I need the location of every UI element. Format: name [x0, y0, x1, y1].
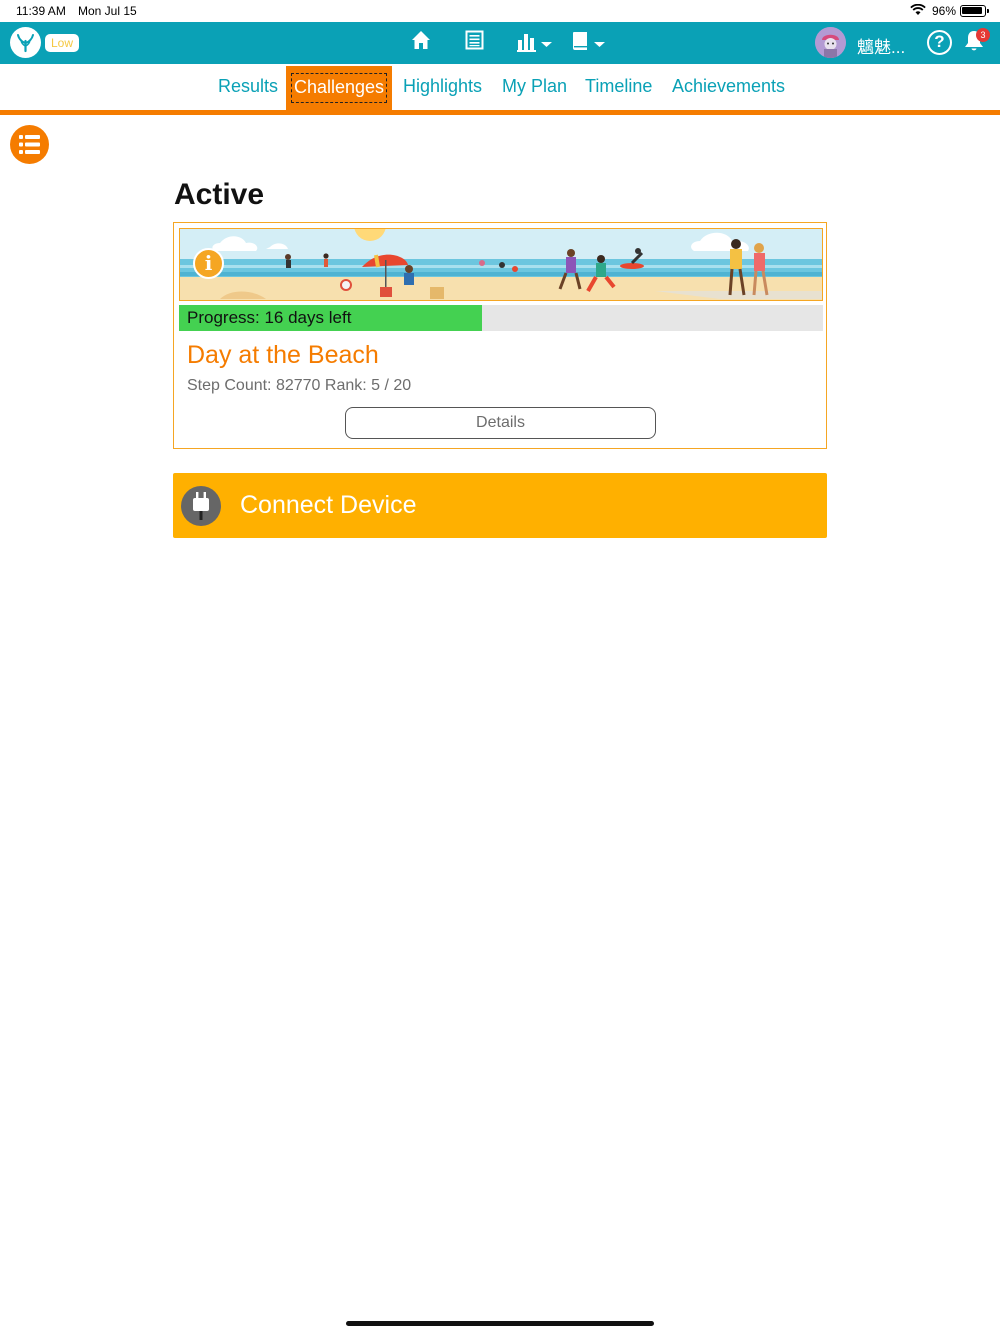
challenge-title[interactable]: Day at the Beach	[187, 341, 379, 370]
challenge-card: i Progress: 16 days left Day at the Beac…	[173, 222, 827, 449]
avatar[interactable]	[815, 27, 846, 58]
top-nav-bar: Low 魑魅... ? 3	[0, 22, 1000, 64]
status-bar: 11:39 AM Mon Jul 15 96%	[0, 0, 1000, 22]
list-menu-button[interactable]	[10, 125, 49, 164]
journal-icon[interactable]	[465, 30, 484, 56]
list-icon	[19, 135, 40, 154]
logo-icon[interactable]	[10, 27, 41, 58]
battery-percent: 96%	[931, 4, 956, 18]
progress-label: Progress: 16 days left	[187, 308, 352, 327]
tab-timeline[interactable]: Timeline	[585, 76, 652, 97]
plug-icon	[181, 486, 221, 526]
section-title: Active	[174, 178, 265, 211]
tab-underline-divider	[0, 110, 1000, 115]
connect-device-label: Connect Device	[240, 491, 417, 519]
tab-challenges[interactable]: Challenges	[286, 66, 392, 110]
challenge-stats: Step Count: 82770 Rank: 5 / 20	[187, 377, 412, 394]
details-button[interactable]: Details	[345, 407, 656, 439]
tab-highlights[interactable]: Highlights	[403, 76, 482, 97]
status-time: 11:39 AM	[16, 4, 66, 18]
battery-icon	[960, 5, 989, 17]
tab-results[interactable]: Results	[218, 76, 278, 97]
home-indicator[interactable]	[346, 1321, 654, 1326]
progress-bar: Progress: 16 days left	[179, 305, 823, 331]
battery-fill	[962, 7, 983, 14]
wifi-icon	[910, 3, 926, 19]
user-name[interactable]: 魑魅...	[857, 33, 905, 58]
connect-device-button[interactable]: Connect Device	[173, 473, 827, 538]
chart-dropdown-icon[interactable]	[517, 30, 554, 56]
tab-challenges-label: Challenges	[291, 73, 387, 103]
home-icon[interactable]	[411, 30, 431, 56]
app-screen: 11:39 AM Mon Jul 15 96% Low 魑魅... ? 3 Re…	[0, 0, 1000, 1334]
tab-my-plan[interactable]: My Plan	[502, 76, 567, 97]
status-badge: Low	[45, 34, 80, 52]
info-icon[interactable]: i	[193, 248, 224, 279]
status-date: Mon Jul 15	[78, 4, 137, 18]
tab-bar: Results Challenges Highlights My Plan Ti…	[0, 64, 1000, 110]
challenge-banner-image[interactable]: i	[179, 228, 823, 301]
book-dropdown-icon[interactable]	[571, 30, 607, 56]
help-icon[interactable]: ?	[927, 30, 952, 55]
tab-achievements[interactable]: Achievements	[672, 76, 785, 97]
notification-count-badge: 3	[976, 28, 990, 42]
